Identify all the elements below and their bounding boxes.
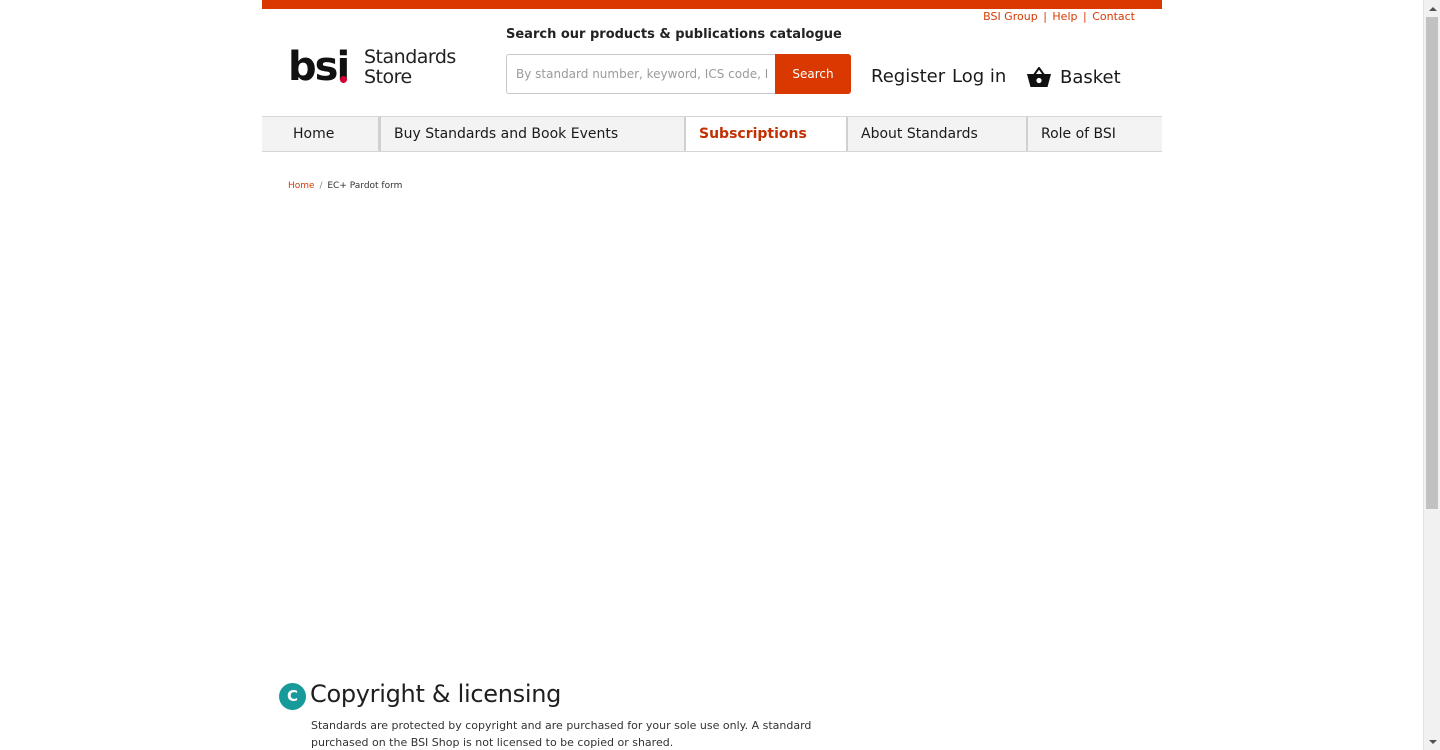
basket-link[interactable]: Basket <box>1026 64 1121 90</box>
breadcrumb-separator: / <box>319 181 323 191</box>
scrollbar-thumb[interactable] <box>1426 17 1438 509</box>
copyright-icon: C <box>279 683 306 710</box>
bsi-group-link[interactable]: BSI Group <box>983 10 1038 23</box>
basket-label: Basket <box>1060 66 1121 88</box>
breadcrumb: Home / EC+ Pardot form <box>288 181 402 191</box>
vertical-scrollbar[interactable] <box>1423 0 1440 750</box>
separator: | <box>1082 10 1087 23</box>
copyright-text: Standards are protected by copyright and… <box>311 719 812 749</box>
separator: | <box>1043 10 1047 23</box>
logo-store-line2: Store <box>364 66 412 88</box>
logo-bsi-wordmark: bsi <box>288 44 350 90</box>
nav-item-about-standards[interactable]: About Standards <box>848 117 1028 151</box>
contact-link[interactable]: Contact <box>1092 10 1135 23</box>
main-nav: Home Buy Standards and Book Events Subsc… <box>262 116 1162 152</box>
login-link[interactable]: Log in <box>952 66 1006 87</box>
copyright-heading: Copyright & licensing <box>310 680 562 708</box>
search-label: Search our products & publications catal… <box>506 27 842 42</box>
nav-item-home[interactable]: Home <box>262 117 380 151</box>
bsi-standards-store-logo[interactable]: bsi Standards Store <box>288 44 458 90</box>
register-link[interactable]: Register <box>871 66 945 87</box>
logo-store-line1: Standards <box>364 46 456 68</box>
basket-icon <box>1027 67 1051 87</box>
utility-links: BSI Group | Help | Contact <box>983 10 1135 23</box>
logo-store-text: Standards Store <box>364 47 456 87</box>
page: BSI Group | Help | Contact bsi Standards… <box>262 0 1162 750</box>
nav-item-role-of-bsi[interactable]: Role of BSI <box>1028 117 1162 151</box>
logo-dot <box>340 76 347 83</box>
chevron-up-icon[interactable] <box>1424 0 1440 17</box>
search-button[interactable]: Search <box>775 54 851 94</box>
browser-viewport: BSI Group | Help | Contact bsi Standards… <box>0 0 1440 750</box>
nav-item-subscriptions[interactable]: Subscriptions <box>686 117 848 151</box>
breadcrumb-home-link[interactable]: Home <box>288 181 315 191</box>
help-link[interactable]: Help <box>1052 10 1077 23</box>
chevron-down-icon[interactable] <box>1424 733 1440 750</box>
breadcrumb-current: EC+ Pardot form <box>327 181 403 191</box>
brand-top-bar <box>262 0 1162 9</box>
search-box <box>506 54 776 94</box>
search-input[interactable] <box>507 55 776 93</box>
nav-item-buy-standards[interactable]: Buy Standards and Book Events <box>380 117 686 151</box>
